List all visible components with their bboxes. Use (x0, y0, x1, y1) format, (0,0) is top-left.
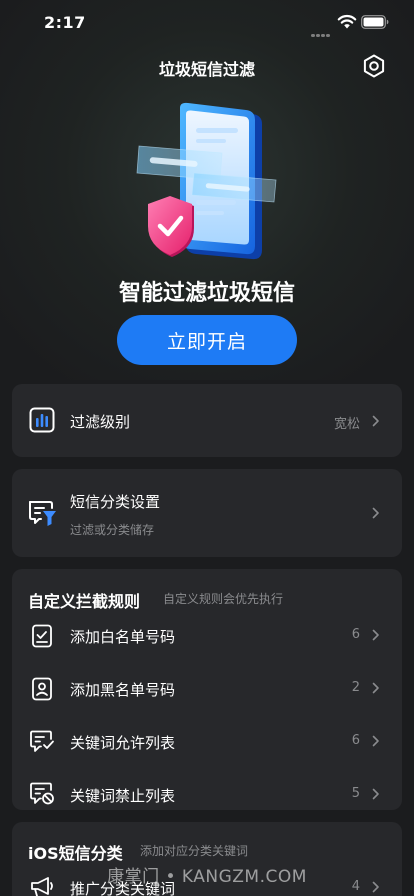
battery-icon (361, 15, 389, 29)
cellular-signal-icon (311, 22, 333, 37)
settings-icon[interactable] (361, 53, 387, 79)
blacklist-count: 2 (351, 680, 360, 695)
filter-level-card[interactable]: 过滤级别 宽松 (12, 384, 402, 457)
phone-shield-illustration (136, 102, 277, 260)
whitelist-count: 6 (351, 627, 360, 642)
filter-level-label: 过滤级别 (70, 413, 131, 431)
keyword-allow-icon (30, 730, 54, 752)
wifi-icon (337, 14, 357, 29)
blacklist-row[interactable]: 添加黑名单号码 2 (12, 668, 402, 708)
chevron-right-icon (372, 735, 379, 747)
chevron-right-icon (372, 682, 379, 694)
whitelist-row[interactable]: 添加白名单号码 6 (12, 615, 402, 655)
chevron-right-icon (372, 629, 379, 641)
sms-filter-icon (29, 501, 56, 526)
whitelist-icon (32, 624, 52, 648)
page-title: 垃圾短信过滤 (158, 60, 255, 79)
ios-category-title: iOS短信分类 (28, 844, 123, 863)
hero-headline: 智能过滤垃圾短信 (118, 281, 295, 306)
custom-rules-hint: 自定义规则会优先执行 (163, 592, 284, 606)
keyword-block-label: 关键词禁止列表 (70, 787, 176, 805)
keyword-block-count: 5 (351, 786, 360, 801)
watermark: 康掌门 • KANGZM.COM (107, 867, 307, 887)
keyword-allow-row[interactable]: 关键词允许列表 6 (12, 721, 402, 761)
custom-rules-title: 自定义拦截规则 (28, 592, 141, 611)
filter-level-value: 宽松 (333, 417, 360, 432)
keyword-block-icon (30, 782, 54, 805)
blacklist-icon (32, 677, 52, 701)
custom-rules-card: 自定义拦截规则 自定义规则会优先执行 添加白名单号码 6 添加黑名单号码 2 关… (12, 569, 402, 810)
keyword-block-row[interactable]: 关键词禁止列表 5 (12, 774, 402, 810)
sms-category-card[interactable]: 短信分类设置 过滤或分类储存 (12, 469, 402, 557)
whitelist-label: 添加白名单号码 (70, 628, 176, 646)
chevron-right-icon (372, 788, 379, 800)
status-time: 2:17 (44, 13, 86, 32)
ios-category-hint: 添加对应分类关键词 (140, 844, 249, 858)
chevron-right-icon (372, 415, 379, 427)
status-bar: 2:17 (0, 0, 414, 44)
blacklist-label: 添加黑名单号码 (70, 681, 176, 699)
sms-category-label: 短信分类设置 (70, 493, 161, 511)
enable-filter-button[interactable]: 立即开启 (117, 315, 297, 365)
keyword-allow-count: 6 (351, 733, 360, 748)
filter-level-icon (29, 407, 55, 433)
sms-category-sublabel: 过滤或分类储存 (70, 523, 155, 537)
keyword-allow-label: 关键词允许列表 (70, 734, 176, 752)
chevron-right-icon (372, 507, 379, 519)
